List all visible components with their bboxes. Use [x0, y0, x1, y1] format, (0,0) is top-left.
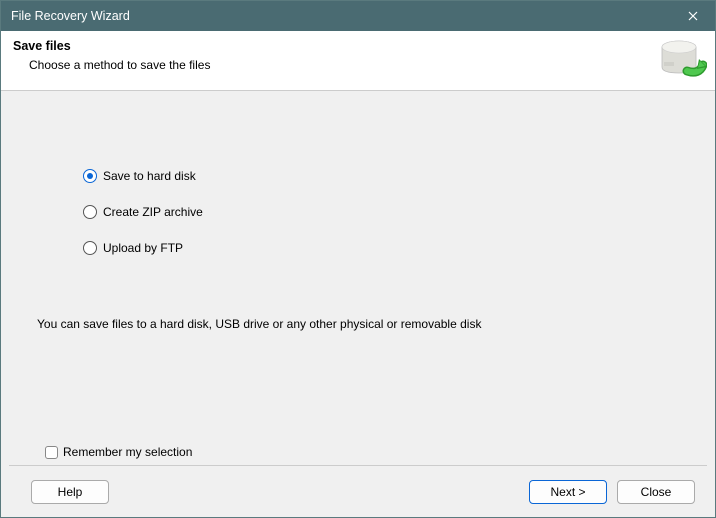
radio-icon: [83, 205, 97, 219]
radio-icon: [83, 169, 97, 183]
checkbox-icon: [45, 446, 58, 459]
radio-icon: [83, 241, 97, 255]
option-label: Create ZIP archive: [103, 205, 203, 219]
wizard-footer: Help Next > Close: [9, 465, 707, 517]
save-method-options: Save to hard disk Create ZIP archive Upl…: [37, 91, 679, 255]
option-label: Upload by FTP: [103, 241, 183, 255]
wizard-header: Save files Choose a method to save the f…: [1, 31, 715, 91]
wizard-content: Save to hard disk Create ZIP archive Upl…: [1, 91, 715, 465]
page-title: Save files: [13, 39, 703, 53]
option-upload-ftp[interactable]: Upload by FTP: [83, 241, 679, 255]
page-subtitle: Choose a method to save the files: [29, 58, 703, 72]
close-button[interactable]: Close: [617, 480, 695, 504]
option-save-hard-disk[interactable]: Save to hard disk: [83, 169, 679, 183]
checkbox-label: Remember my selection: [63, 445, 192, 459]
option-create-zip[interactable]: Create ZIP archive: [83, 205, 679, 219]
option-label: Save to hard disk: [103, 169, 196, 183]
hard-disk-recovery-icon: [659, 37, 707, 84]
titlebar: File Recovery Wizard: [1, 1, 715, 31]
next-button[interactable]: Next >: [529, 480, 607, 504]
remember-selection-checkbox[interactable]: Remember my selection: [45, 445, 192, 459]
help-button[interactable]: Help: [31, 480, 109, 504]
window-title: File Recovery Wizard: [11, 9, 130, 23]
close-icon: [688, 11, 698, 21]
hint-text: You can save files to a hard disk, USB d…: [37, 317, 481, 331]
window-close-button[interactable]: [671, 1, 715, 31]
